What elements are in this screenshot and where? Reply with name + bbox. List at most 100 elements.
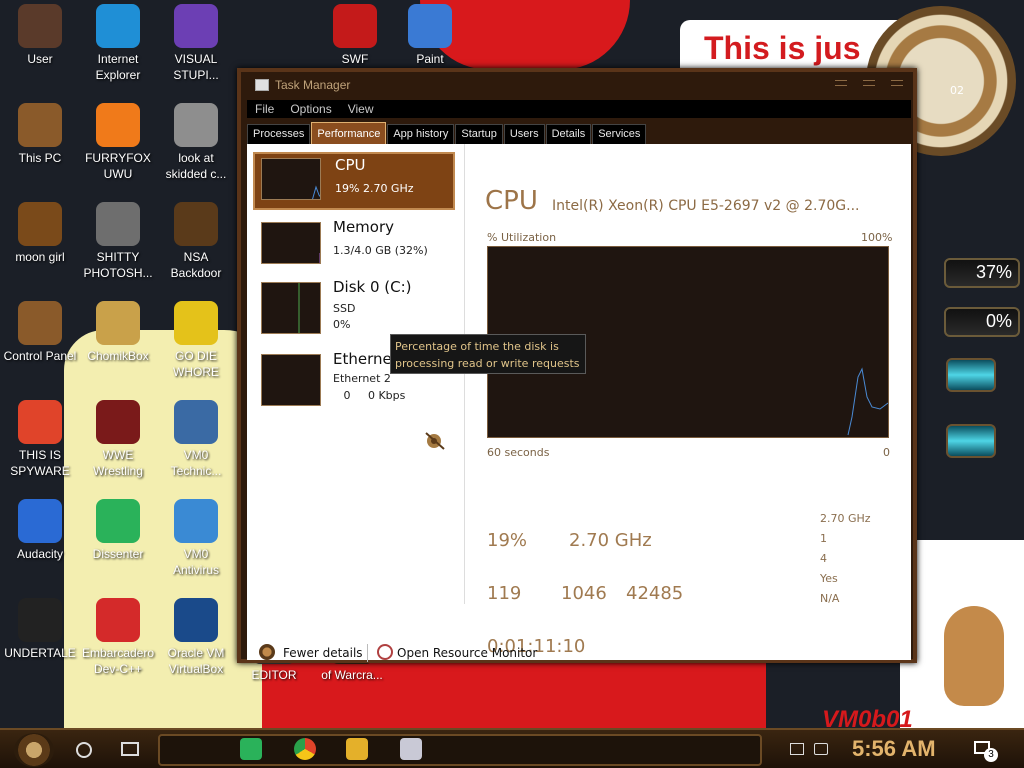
sidebar-item-value: SSD [333,302,356,315]
desktop-icon[interactable]: VM0 Technic... [156,400,236,479]
desktop-icon-label: ChomikBox [87,349,149,363]
desktop-icon[interactable]: Embarcadero Dev-C++ [78,598,158,677]
chevron-up-icon[interactable] [259,644,275,660]
desktop-icon[interactable]: NSA Backdoor [156,202,236,281]
task-view-icon[interactable] [121,742,139,756]
files-icon [174,103,218,147]
antivirus-icon [174,499,218,543]
menu-bar: File Options View [247,100,911,118]
desktop-icon[interactable]: SWF [315,4,395,67]
tab-users[interactable]: Users [503,124,545,144]
desktop-icon[interactable]: This PC [0,103,80,166]
desktop-icon-label: SWF [341,52,369,66]
task-manager-taskbar-icon[interactable] [400,738,422,760]
clock[interactable]: 5:56 AM [852,736,936,762]
desktop-icon[interactable]: User [0,4,80,67]
desktop-icon[interactable]: look at skidded c... [156,103,236,182]
base-speed-value: 2.70 GHz [820,512,871,525]
notification-count-badge: 3 [984,748,998,762]
tab-strip: Processes Performance App history Startu… [247,120,647,144]
sidebar-item-value: Ethernet 2 [333,372,391,385]
steampunk-cursor-icon [422,429,448,451]
paint-icon [408,4,452,48]
start-button[interactable] [14,733,54,767]
network-icon[interactable] [790,743,804,755]
menu-file[interactable]: File [255,100,274,118]
desktop-icon-label: NSA Backdoor [170,250,222,280]
sidebar-item-cpu[interactable]: CPU 19% 2.70 GHz [253,152,455,210]
desktop-icon[interactable]: Internet Explorer [78,4,158,83]
unity-icon [18,598,62,642]
l1-cache-value: N/A [820,592,840,605]
sockets-value: 1 [820,532,827,545]
backdoor-icon [174,202,218,246]
processes-value: 119 [487,583,522,604]
tab-processes[interactable]: Processes [247,124,311,144]
utilization-value: 19% [487,530,528,551]
maximize-icon[interactable] [863,80,875,86]
speed-value: 2.70 GHz [569,530,652,551]
chrome-icon [18,400,62,444]
sidebar-item-disk[interactable]: Disk 0 (C:) SSD 0% [253,276,455,334]
graph-axis-right: 0 [883,446,890,459]
desktop-icon[interactable]: ChomikBox [78,301,158,364]
control-panel-icon [18,301,62,345]
tab-startup[interactable]: Startup [455,124,503,144]
desktop-icon[interactable]: Audacity [0,499,80,562]
tube-widget-2 [946,424,996,458]
desktop-icon-label: Oracle VM VirtualBox [167,646,225,676]
virtualization-value: Yes [820,572,838,585]
minimize-icon[interactable] [835,80,847,86]
disk-tooltip: Percentage of time the disk is processin… [390,334,586,374]
desktop-icon[interactable]: SHITTY PHOTOSH... [78,202,158,281]
desktop-icon-label: This PC [18,151,62,165]
desktop-icon-label: WWE Wrestling [93,448,143,478]
sidebar-item-label: Ethernet [333,350,398,368]
desktop-icon-label: THIS IS SPYWARE [10,448,70,478]
footer-divider [367,644,368,662]
sidebar-item-memory[interactable]: Memory 1.3/4.0 GB (32%) [253,216,455,274]
desktop-icon-label: of Warcra... [321,668,383,682]
audacity-icon [18,499,62,543]
desktop-icon[interactable]: Paint [390,4,470,67]
file-explorer-icon[interactable] [346,738,368,760]
fewer-details-button[interactable]: Fewer details [283,646,363,660]
close-icon[interactable] [891,80,903,86]
tab-app-history[interactable]: App history [387,124,455,144]
desktop-icon[interactable]: Control Panel [0,301,80,364]
sidebar-item-value: 1.3/4.0 GB (32%) [333,244,428,257]
desktop-icon[interactable]: FURRYFOX UWU [78,103,158,182]
desktop-icon[interactable]: WWE Wrestling [78,400,158,479]
desktop-icon[interactable]: moon girl [0,202,80,265]
tab-services[interactable]: Services [592,124,647,144]
menu-view[interactable]: View [348,100,374,118]
firefox-icon [96,103,140,147]
desktop-icon-label: FURRYFOX UWU [85,151,151,181]
window-title: Task Manager [275,78,351,92]
volume-muted-icon[interactable] [814,743,828,755]
gauge-widget-1: 37% [944,258,1020,288]
delphi-icon [174,301,218,345]
desktop-icon-label: VISUAL STUPI... [173,52,219,82]
desktop-icon[interactable]: THIS IS SPYWARE [0,400,80,479]
tab-performance[interactable]: Performance [311,122,387,144]
resource-monitor-icon[interactable] [377,644,393,660]
sidebar-item-label: Disk 0 (C:) [333,278,412,296]
disk-thumbnail-graph [261,282,321,334]
desktop-icon[interactable]: Dissenter [78,499,158,562]
title-bar[interactable]: Task Manager [241,72,913,98]
desktop-icon[interactable]: UNDERTALE [0,598,80,661]
tab-details[interactable]: Details [545,124,592,144]
desktop-icon[interactable]: VM0 Antivirus [156,499,236,578]
desktop-icon[interactable]: Oracle VM VirtualBox [156,598,236,677]
desktop-icon[interactable]: GO DIE WHORE [156,301,236,380]
desktop-icon[interactable]: VISUAL STUPI... [156,4,236,83]
open-resource-monitor-link[interactable]: Open Resource Monitor [397,646,537,660]
resource-sidebar: CPU 19% 2.70 GHz Memory 1.3/4.0 GB (32%)… [247,144,465,604]
cortana-icon[interactable] [76,742,92,758]
chrome-icon[interactable] [294,738,316,760]
menu-options[interactable]: Options [290,100,331,118]
desktop-icon-label: User [27,52,53,66]
dissenter-icon[interactable] [240,738,262,760]
wwe-icon [96,400,140,444]
